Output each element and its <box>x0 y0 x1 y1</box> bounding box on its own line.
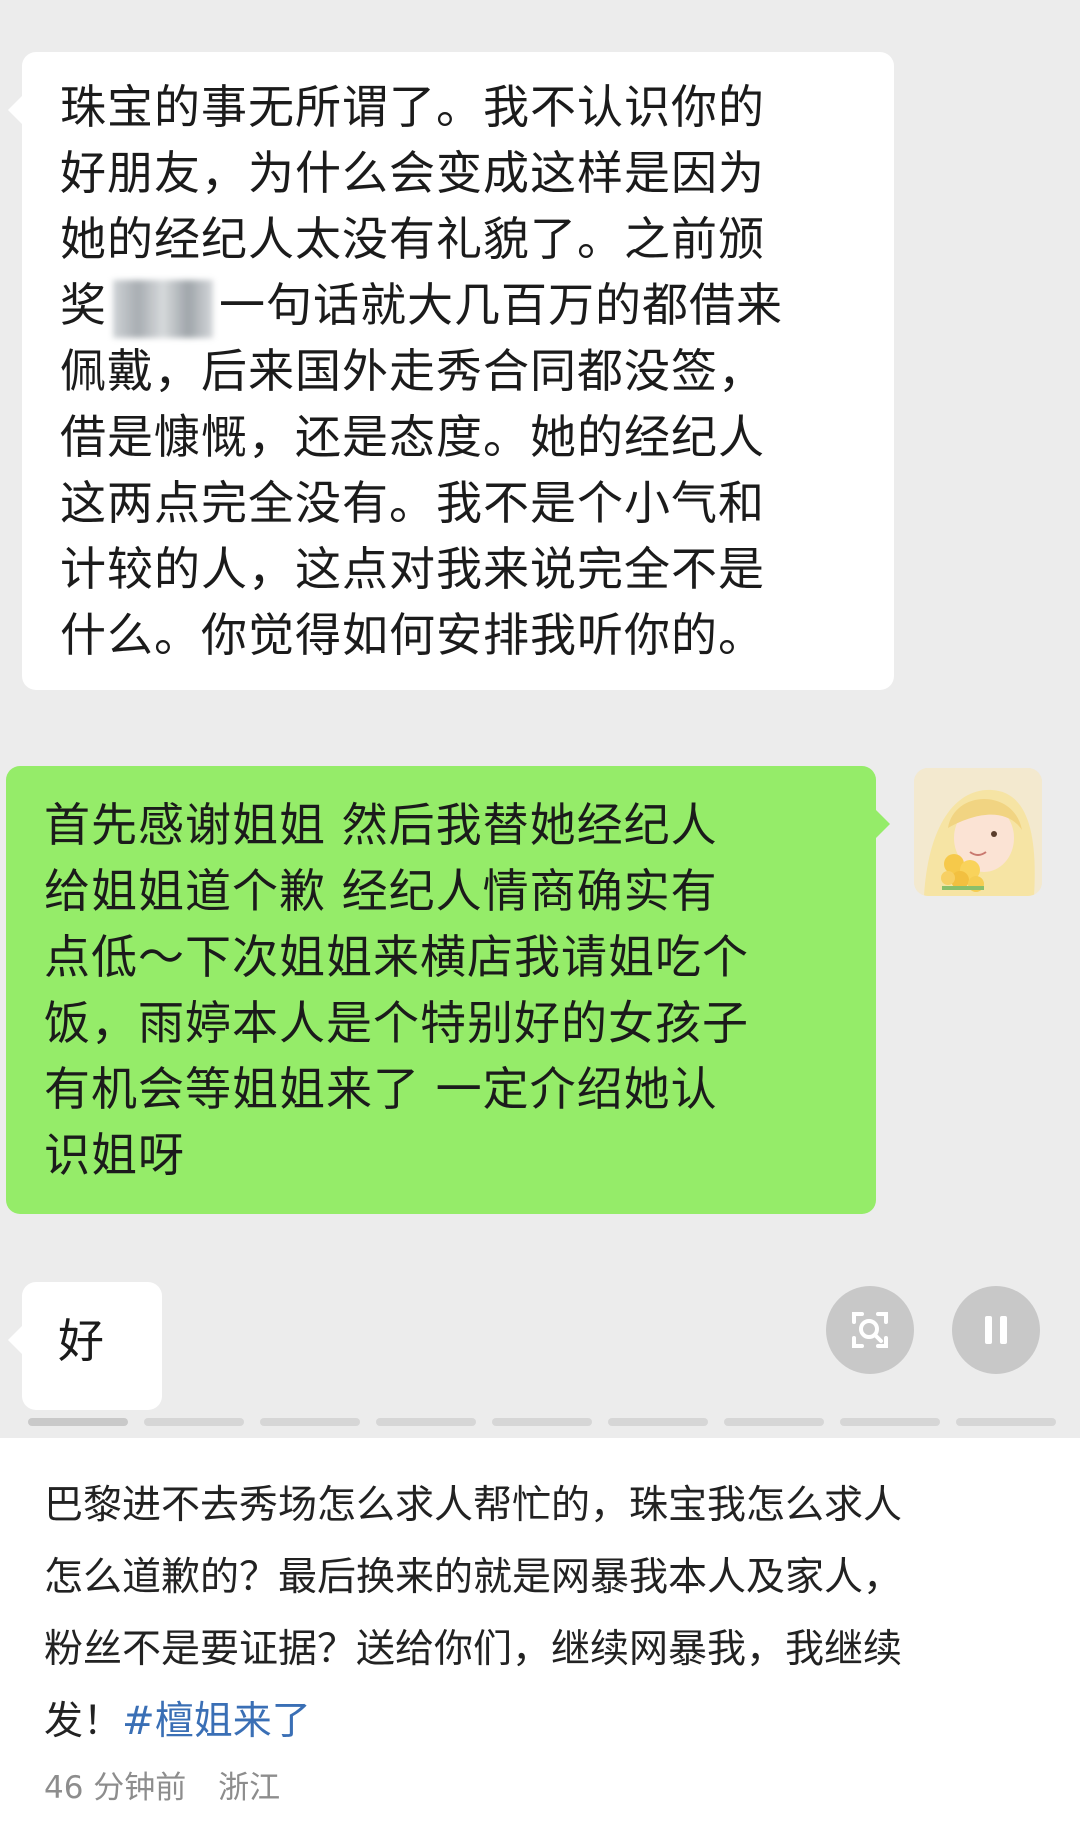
message-line: 奖 一句话就大几百万的都借来 <box>60 272 860 338</box>
message-bubble-sent[interactable]: 首先感谢姐姐 然后我替她经纪人 给姐姐道个歉 经纪人情商确实有 点低～下次姐姐来… <box>6 766 890 1214</box>
hashtag-link[interactable]: #檀姐来了 <box>122 1699 311 1744</box>
message-line: 首先感谢姐姐 然后我替她经纪人 <box>44 798 718 852</box>
post-location: 浙江 <box>218 1770 281 1806</box>
message-line: 这两点完全没有。我不是个小气和 <box>60 476 765 530</box>
message-line: 点低～下次姐姐来横店我请姐吃个 <box>44 930 749 984</box>
post-caption: 巴黎进不去秀场怎么求人帮忙的，珠宝我怎么求人 怎么道歉的？最后换来的就是网暴我本… <box>44 1470 1044 1758</box>
post-time: 46 分钟前 <box>44 1770 187 1806</box>
message-line: 有机会等姐姐来了 一定介绍她认 <box>44 1062 718 1116</box>
message-line: 饭，雨婷本人是个特别好的女孩子 <box>44 996 749 1050</box>
message-line: 借是慷慨，还是态度。她的经纪人 <box>60 410 765 464</box>
message-line: 给姐姐道个歉 经纪人情商确实有 <box>44 864 718 918</box>
carousel-indicator[interactable] <box>260 1418 360 1426</box>
chat-area: 珠宝的事无所谓了。我不认识你的 好朋友，为什么会变成这样是因为 她的经纪人太没有… <box>0 0 1080 1438</box>
pause-icon <box>985 1316 1007 1344</box>
caption-line: 粉丝不是要证据？送给你们，继续网暴我，我继续 <box>44 1627 903 1672</box>
caption-line: 巴黎进不去秀场怎么求人帮忙的，珠宝我怎么求人 <box>44 1483 903 1528</box>
avatar[interactable] <box>914 768 1042 896</box>
message-line: 计较的人，这点对我来说完全不是 <box>60 542 765 596</box>
message-line: 好 <box>58 1314 105 1368</box>
caption-line: 发！#檀姐来了 <box>44 1686 1044 1758</box>
scan-icon <box>852 1312 888 1348</box>
carousel-indicator[interactable] <box>724 1418 824 1426</box>
message-line: 识姐呀 <box>44 1128 185 1182</box>
caption-text: 发！ <box>44 1699 123 1744</box>
message-line: 她的经纪人太没有礼貌了。之前颁 <box>60 212 765 266</box>
carousel-indicator[interactable] <box>376 1418 476 1426</box>
caption-line: 怎么道歉的？最后换来的就是网暴我本人及家人， <box>44 1555 903 1600</box>
carousel-indicator[interactable] <box>144 1418 244 1426</box>
avatar-illustration <box>914 768 1042 896</box>
redacted-blur <box>113 279 213 338</box>
scan-button[interactable] <box>826 1286 914 1374</box>
message-line: 珠宝的事无所谓了。我不认识你的 <box>60 80 765 134</box>
message-line: 佩戴，后来国外走秀合同都没签， <box>60 344 765 398</box>
message-bubble-received-2[interactable]: 好 <box>8 1282 162 1410</box>
carousel-indicator[interactable] <box>608 1418 708 1426</box>
message-line: 好朋友，为什么会变成这样是因为 <box>60 146 765 200</box>
message-text: 奖 <box>60 278 107 332</box>
message-line: 什么。你觉得如何安排我听你的。 <box>60 608 765 662</box>
carousel-indicator[interactable] <box>840 1418 940 1426</box>
carousel-indicator[interactable] <box>492 1418 592 1426</box>
message-text: 一句话就大几百万的都借来 <box>219 278 783 332</box>
post-meta: 46 分钟前 浙江 <box>44 1762 302 1807</box>
pause-button[interactable] <box>952 1286 1040 1374</box>
carousel-indicators <box>28 1418 1068 1426</box>
carousel-indicator[interactable] <box>956 1418 1056 1426</box>
message-bubble-received-1[interactable]: 珠宝的事无所谓了。我不认识你的 好朋友，为什么会变成这样是因为 她的经纪人太没有… <box>8 52 894 690</box>
carousel-indicator[interactable] <box>28 1418 128 1426</box>
